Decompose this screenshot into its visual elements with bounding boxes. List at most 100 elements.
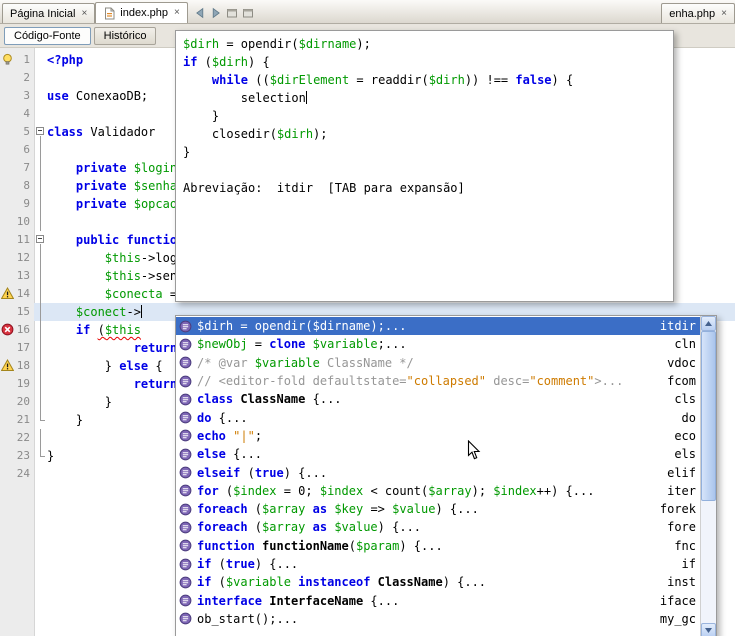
fold-toggle-icon[interactable]	[34, 123, 47, 141]
completion-item[interactable]: $dirh = opendir($dirname);...itdir	[176, 317, 700, 335]
code-text: private $login	[47, 159, 177, 177]
code-text: return	[47, 375, 177, 393]
close-icon[interactable]: ×	[81, 9, 87, 19]
gutter-cell: 21	[0, 411, 34, 429]
close-icon[interactable]: ×	[721, 9, 727, 19]
scroll-thumb[interactable]	[701, 331, 716, 501]
code-completion-popup: $dirh = opendir($dirname);...itdir$newOb…	[175, 315, 717, 636]
completion-text: function functionName($param) {...	[197, 539, 666, 553]
fold-guide	[34, 267, 47, 285]
completion-item[interactable]: ob_start();...my_gc	[176, 610, 700, 628]
line-number: 6	[0, 141, 34, 159]
code-text: return	[47, 339, 177, 357]
template-icon	[179, 338, 192, 351]
fold-guide	[34, 411, 47, 429]
template-icon	[179, 576, 192, 589]
fold-guide	[34, 51, 47, 69]
completion-item[interactable]: class ClassName {...cls	[176, 390, 700, 408]
template-icon	[179, 594, 192, 607]
tab-label: index.php	[120, 7, 168, 19]
completion-item[interactable]: elseif (true) {...elif	[176, 463, 700, 481]
scrollbar[interactable]	[700, 316, 716, 636]
completion-item[interactable]: if ($variable instanceof ClassName) {...…	[176, 573, 700, 591]
fold-guide	[34, 465, 47, 483]
template-icon	[179, 466, 192, 479]
completion-item[interactable]: /* @var $variable ClassName */vdoc	[176, 354, 700, 372]
gutter-cell: 1	[0, 51, 34, 69]
fold-guide	[34, 339, 47, 357]
window-icon[interactable]	[225, 6, 239, 20]
line-number: 21	[0, 411, 34, 429]
completion-item[interactable]: foreach ($array as $value) {...fore	[176, 518, 700, 536]
template-icon	[179, 375, 192, 388]
hint-icon[interactable]	[1, 53, 14, 66]
gutter-cell: 3	[0, 87, 34, 105]
warning-icon[interactable]	[1, 359, 14, 372]
line-number: 23	[0, 447, 34, 465]
php-file-icon	[103, 7, 116, 20]
line-number: 11	[0, 231, 34, 249]
code-text: if ($this	[47, 321, 141, 339]
fold-guide	[34, 321, 47, 339]
text-caret	[141, 305, 143, 318]
fold-guide	[34, 375, 47, 393]
abbreviation-label: my_gc	[660, 612, 696, 626]
fold-toggle-icon[interactable]	[34, 231, 47, 249]
error-icon[interactable]	[1, 323, 14, 336]
abbreviation-label: fnc	[674, 539, 696, 553]
gutter-cell: 11	[0, 231, 34, 249]
gutter-cell: 18	[0, 357, 34, 375]
code-text: $conecta =	[47, 285, 177, 303]
fold-guide	[34, 213, 47, 231]
code-text: private $senha	[47, 177, 177, 195]
gutter-cell: 20	[0, 393, 34, 411]
forward-icon[interactable]	[209, 6, 223, 20]
history-view-button[interactable]: Histórico	[94, 27, 157, 45]
tab-index-php[interactable]: index.php ×	[95, 2, 188, 23]
completion-item[interactable]: function functionName($param) {... fnc	[176, 537, 700, 555]
completion-item[interactable]: else {...els	[176, 445, 700, 463]
source-view-button[interactable]: Código-Fonte	[4, 27, 91, 45]
completion-item[interactable]: echo "|";eco	[176, 427, 700, 445]
completion-text: /* @var $variable ClassName */	[197, 356, 659, 370]
tab-pagina-inicial[interactable]: Página Inicial ×	[2, 3, 95, 23]
gutter-cell: 16	[0, 321, 34, 339]
tab-senha-php[interactable]: enha.php ×	[661, 3, 735, 23]
warning-icon[interactable]	[1, 287, 14, 300]
code-text: }	[47, 411, 83, 429]
template-icon	[179, 356, 192, 369]
scroll-down-button[interactable]	[701, 623, 716, 636]
code-text: }	[47, 447, 54, 465]
scroll-track[interactable]	[701, 501, 716, 623]
scroll-up-button[interactable]	[701, 316, 716, 331]
fold-guide	[34, 87, 47, 105]
abbreviation-label: els	[674, 447, 696, 461]
line-number: 5	[0, 123, 34, 141]
gutter-cell: 22	[0, 429, 34, 447]
line-number: 12	[0, 249, 34, 267]
completion-text: foreach ($array as $value) {...	[197, 520, 659, 534]
document-tabbar: Página Inicial × index.php × enha.php ×	[0, 0, 735, 24]
abbreviation-label: fcom	[667, 374, 696, 388]
tab-label: enha.php	[669, 8, 715, 20]
line-number: 2	[0, 69, 34, 87]
completion-item[interactable]: interface InterfaceName {...iface	[176, 591, 700, 609]
completion-item[interactable]: // <editor-fold defaultstate="collapsed"…	[176, 372, 700, 390]
close-icon[interactable]: ×	[174, 8, 180, 18]
completion-text: for ($index = 0; $index < count($array);…	[197, 484, 659, 498]
gutter-cell: 17	[0, 339, 34, 357]
completion-item[interactable]: foreach ($array as $key => $value) {...f…	[176, 500, 700, 518]
template-icon	[179, 320, 192, 333]
code-text: $conect->	[47, 303, 142, 321]
line-number: 19	[0, 375, 34, 393]
preview-code-line: closedir($dirh);	[183, 125, 666, 143]
completion-item[interactable]: do {...do	[176, 408, 700, 426]
window-icon-2[interactable]	[241, 6, 255, 20]
completion-item[interactable]: $newObj = clone $variable;...cln	[176, 335, 700, 353]
abbreviation-hint: Abreviação: itdir [TAB para expansão]	[183, 179, 666, 197]
back-icon[interactable]	[193, 6, 207, 20]
fold-guide	[34, 159, 47, 177]
completion-item[interactable]: for ($index = 0; $index < count($array);…	[176, 482, 700, 500]
completion-item[interactable]: if (true) {...if	[176, 555, 700, 573]
gutter-cell: 23	[0, 447, 34, 465]
